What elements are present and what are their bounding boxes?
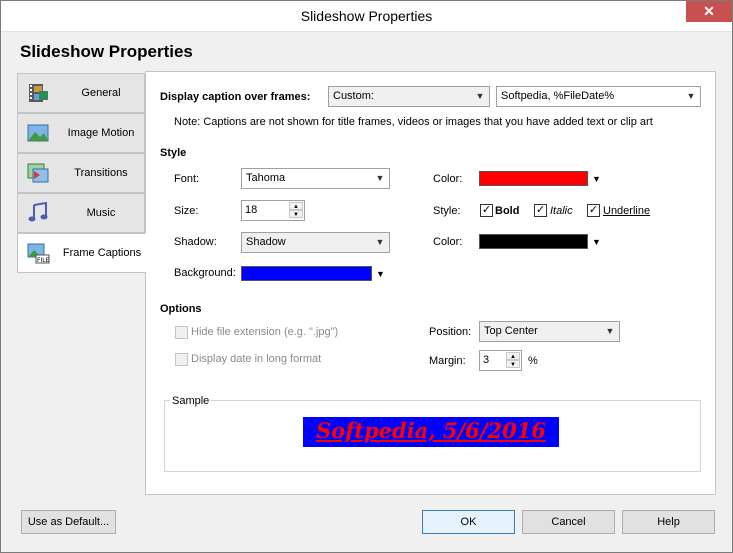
long-date-checkbox[interactable] [175, 353, 188, 366]
chevron-down-icon: ▼ [375, 173, 385, 183]
italic-checkbox[interactable]: ✓ [534, 204, 547, 217]
tab-label: Image Motion [67, 127, 135, 139]
file-caption-icon: FILE [27, 243, 50, 264]
style-section-title: Style [160, 147, 187, 159]
tab-label: General [81, 87, 121, 99]
size-value: 18 [245, 204, 258, 216]
position-select[interactable]: Top Center ▼ [479, 321, 620, 342]
help-button[interactable]: Help [622, 510, 715, 534]
margin-unit: % [528, 355, 538, 367]
use-as-default-button[interactable]: Use as Default... [21, 510, 116, 534]
bold-checkbox[interactable]: ✓ [480, 204, 493, 217]
caption-preview: Softpedia, 5/6/2016 [303, 417, 559, 447]
spin-up-icon[interactable]: ▲ [506, 352, 520, 360]
film-icon [29, 84, 48, 102]
hide-extension-label: Hide file extension (e.g. ".jpg") [191, 326, 339, 338]
size-stepper[interactable]: 18 ▲ ▼ [241, 200, 305, 221]
page-title: Slideshow Properties [20, 42, 193, 61]
title-bar: Slideshow Properties ✕ [1, 1, 732, 32]
shadow-value: Shadow [246, 236, 286, 248]
shadow-color-swatch[interactable] [479, 234, 588, 249]
shadow-color-label: Color: [433, 236, 463, 248]
long-date-label: Display date in long format [191, 353, 322, 365]
chevron-down-icon: ▼ [475, 91, 485, 101]
shadow-label: Shadow: [174, 236, 217, 248]
chevron-down-icon: ▼ [686, 91, 696, 101]
background-label: Background: [174, 267, 236, 279]
shadow-color-dropdown-icon[interactable]: ▼ [592, 237, 601, 247]
font-value: Tahoma [246, 172, 286, 184]
bold-label: Bold [495, 205, 520, 217]
svg-text:FILE: FILE [37, 257, 50, 264]
music-note-icon [28, 201, 48, 222]
ok-button[interactable]: OK [422, 510, 515, 534]
tab-music[interactable]: Music [17, 193, 145, 233]
text-color-dropdown-icon[interactable]: ▼ [592, 174, 601, 184]
caption-mode-value: Custom: [333, 90, 374, 102]
spin-up-icon[interactable]: ▲ [289, 202, 303, 210]
size-label: Size: [174, 205, 199, 217]
caption-text-value: Softpedia, %FileDate% [501, 90, 615, 102]
margin-stepper[interactable]: 3 ▲ ▼ [479, 350, 522, 371]
background-color-swatch[interactable] [241, 266, 372, 281]
font-select[interactable]: Tahoma ▼ [241, 168, 390, 189]
chevron-down-icon: ▼ [375, 237, 385, 247]
caption-text-select[interactable]: Softpedia, %FileDate% ▼ [496, 86, 701, 107]
margin-value: 3 [483, 354, 490, 366]
sample-label: Sample [170, 395, 212, 407]
position-value: Top Center [484, 325, 538, 337]
tab-label: Frame Captions [62, 247, 142, 259]
text-color-swatch[interactable] [479, 171, 588, 186]
tab-image-motion[interactable]: Image Motion [17, 113, 145, 153]
cancel-button[interactable]: Cancel [522, 510, 615, 534]
hide-extension-checkbox[interactable] [175, 326, 188, 339]
font-label: Font: [174, 173, 200, 185]
spin-down-icon[interactable]: ▼ [506, 360, 520, 368]
tab-transitions[interactable]: Transitions [17, 153, 145, 193]
window-title: Slideshow Properties [300, 8, 433, 24]
caption-note: Note: Captions are not shown for title f… [174, 116, 653, 128]
tab-frame-captions[interactable]: FILE Frame Captions [17, 233, 146, 273]
italic-label: Italic [550, 205, 573, 217]
transition-icon [27, 163, 49, 183]
background-color-dropdown-icon[interactable]: ▼ [376, 269, 385, 279]
tab-label: Transitions [74, 167, 128, 179]
landscape-icon [27, 124, 49, 142]
tab-general[interactable]: General [17, 73, 145, 113]
spin-down-icon[interactable]: ▼ [289, 210, 303, 218]
chevron-down-icon: ▼ [605, 326, 615, 336]
style-label: Style: [433, 205, 461, 217]
text-color-label: Color: [433, 173, 463, 185]
close-button[interactable]: ✕ [686, 1, 732, 22]
options-section-title: Options [160, 303, 202, 315]
dialog-window: Slideshow Properties ✕ Slideshow Propert… [0, 0, 733, 553]
tab-label: Music [86, 207, 116, 219]
caption-label: Display caption over frames: [160, 91, 311, 103]
underline-label: Underline [603, 205, 651, 217]
caption-mode-select[interactable]: Custom: ▼ [328, 86, 490, 107]
position-label: Position: [429, 326, 472, 338]
margin-label: Margin: [429, 355, 466, 367]
underline-checkbox[interactable]: ✓ [587, 204, 600, 217]
shadow-select[interactable]: Shadow ▼ [241, 232, 390, 253]
